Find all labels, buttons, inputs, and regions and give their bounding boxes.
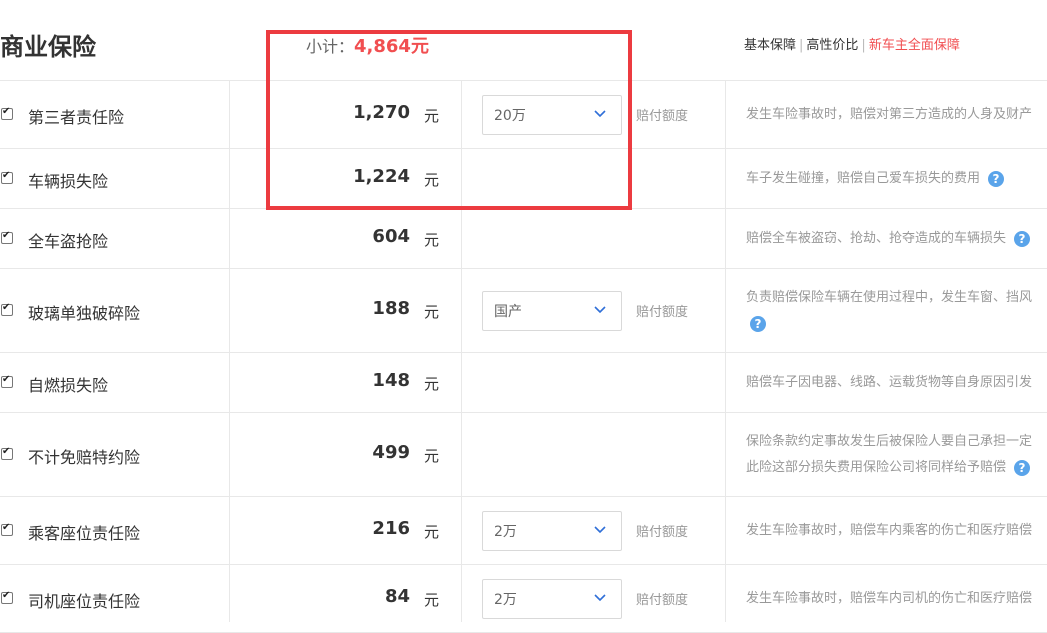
chevron-down-icon (594, 306, 606, 314)
description-line: 负责赔偿保险车辆在使用过程中，发生车窗、挡风 (746, 290, 1033, 305)
description-line: 保险条款约定事故发生后被保险人要自己承担一定 (746, 434, 1033, 449)
row-checkbox[interactable] (1, 522, 13, 536)
coverage-select-value: 国产 (494, 304, 522, 320)
row-checkbox[interactable] (1, 230, 13, 244)
insurance-name: 乘客座位责任险 (28, 524, 141, 543)
insurance-description: 赔偿全车被盗窃、抢劫、抢夺造成的车辆损失? (746, 226, 1047, 252)
insurance-price: 148 (372, 370, 410, 391)
insurance-row: 自燃损失险 148 元 赔偿车子因电器、线路、运载货物等自身原因引发 (0, 353, 1047, 413)
help-icon[interactable]: ? (750, 315, 766, 332)
price-unit: 元 (424, 591, 440, 609)
insurance-description: 发生车险事故时，赔偿车内司机的伤亡和医疗赔偿 (746, 586, 1047, 612)
price-unit: 元 (424, 375, 440, 393)
section-title: 商业保险 (0, 33, 96, 61)
chevron-down-icon (594, 526, 606, 534)
coverage-select[interactable]: 国产 (482, 291, 622, 331)
tab-basic[interactable]: 基本保障 (744, 38, 796, 53)
row-checkbox[interactable] (1, 590, 13, 604)
description-line: 发生车险事故时，赔偿对第三方造成的人身及财产 (746, 107, 1033, 122)
insurance-name: 全车盗抢险 (28, 232, 109, 251)
insurance-name: 玻璃单独破碎险 (28, 304, 141, 323)
insurance-price: 216 (372, 518, 410, 539)
help-icon[interactable]: ? (1014, 459, 1031, 476)
price-unit: 元 (424, 447, 440, 465)
price-unit: 元 (424, 523, 440, 541)
row-checkbox[interactable] (1, 302, 13, 316)
help-line: ? (746, 311, 1047, 337)
insurance-description: 负责赔偿保险车辆在使用过程中，发生车窗、挡风? (746, 285, 1047, 337)
coverage-select-value: 2万 (494, 592, 517, 608)
insurance-name: 自燃损失险 (28, 376, 109, 395)
help-icon[interactable]: ? (988, 170, 1005, 187)
coverage-select[interactable]: 2万 (482, 579, 622, 619)
row-checkbox[interactable] (1, 446, 13, 460)
insurance-description: 发生车险事故时，赔偿对第三方造成的人身及财产 (746, 102, 1047, 128)
insurance-description: 发生车险事故时，赔偿车内乘客的伤亡和医疗赔偿 (746, 518, 1047, 544)
coverage-select[interactable]: 2万 (482, 511, 622, 551)
help-icon[interactable]: ? (1014, 230, 1031, 247)
row-checkbox[interactable] (1, 106, 13, 120)
insurance-row: 不计免赔特约险 499 元 保险条款约定事故发生后被保险人要自己承担一定此险这部分损失… (0, 413, 1047, 497)
coverage-limit-label: 赔付额度 (636, 593, 689, 608)
description-line: 发生车险事故时，赔偿车内乘客的伤亡和医疗赔偿 (746, 523, 1033, 538)
insurance-row: 乘客座位责任险 216 元 2万 赔付额度 发生车险事故时，赔偿车内乘客的伤亡和医疗赔偿 (0, 497, 1047, 565)
coverage-limit-label: 赔付额度 (636, 109, 689, 124)
insurance-price: 499 (372, 442, 410, 463)
description-line: 此险这部分损失费用保险公司将同样给予赔偿? (746, 455, 1047, 481)
insurance-name: 不计免赔特约险 (28, 448, 141, 467)
description-line: 发生车险事故时，赔偿车内司机的伤亡和医疗赔偿 (746, 591, 1033, 606)
coverage-limit-label: 赔付额度 (636, 305, 689, 320)
insurance-row: 司机座位责任险 84 元 2万 赔付额度 发生车险事故时，赔偿车内司机的伤亡和医疗赔偿 (0, 565, 1047, 633)
insurance-name: 第三者责任险 (28, 108, 125, 127)
insurance-row: 玻璃单独破碎险 188 元 国产 赔付额度 负责赔偿保险车辆在使用过程中，发生车窗、挡风? (0, 269, 1047, 353)
insurance-name: 车辆损失险 (28, 172, 109, 191)
coverage-select-value: 2万 (494, 524, 517, 540)
insurance-price: 84 (384, 586, 410, 607)
highlight-box (266, 30, 632, 210)
insurance-description: 保险条款约定事故发生后被保险人要自己承担一定此险这部分损失费用保险公司将同样给予… (746, 429, 1047, 481)
insurance-price: 604 (372, 226, 410, 247)
description-line: 赔偿车子因电器、线路、运载货物等自身原因引发 (746, 375, 1033, 390)
price-unit: 元 (424, 303, 440, 321)
tab-new-owner[interactable]: 新车主全面保障 (869, 38, 960, 53)
row-checkbox[interactable] (1, 374, 13, 388)
tab-value[interactable]: 高性价比 (806, 38, 858, 53)
insurance-description: 车子发生碰撞，赔偿自己爱车损失的费用? (746, 166, 1047, 192)
description-line: 车子发生碰撞，赔偿自己爱车损失的费用? (746, 166, 1047, 192)
insurance-name: 司机座位责任险 (28, 592, 141, 611)
coverage-limit-label: 赔付额度 (636, 525, 689, 540)
plan-tabs: 基本保障 | 高性价比 | 新车主全面保障 (744, 38, 960, 53)
price-unit: 元 (424, 231, 440, 249)
insurance-row: 全车盗抢险 604 元 赔偿全车被盗窃、抢劫、抢夺造成的车辆损失? (0, 209, 1047, 269)
row-checkbox[interactable] (1, 170, 13, 184)
chevron-down-icon (594, 594, 606, 602)
description-line: 赔偿全车被盗窃、抢劫、抢夺造成的车辆损失? (746, 226, 1047, 252)
insurance-price: 188 (372, 298, 410, 319)
insurance-description: 赔偿车子因电器、线路、运载货物等自身原因引发 (746, 370, 1047, 396)
